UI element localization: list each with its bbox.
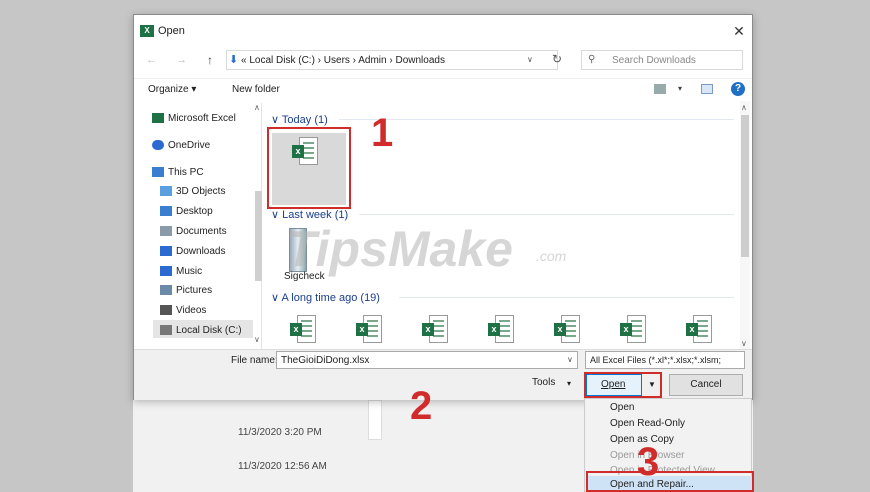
content-scrollbar-thumb[interactable]	[741, 115, 749, 257]
chevron-down-icon[interactable]: ▾	[678, 84, 682, 93]
sidebar-item-label: Microsoft Excel	[168, 113, 236, 124]
group-header-today[interactable]: ∨ Today (1)	[271, 113, 328, 126]
open-dialog: X Open ✕ ← → ↑ ⬇ « Local Disk (C:) › Use…	[133, 14, 753, 400]
sidebar-item-documents[interactable]: Documents	[160, 226, 227, 237]
dialog-title: Open	[158, 25, 185, 37]
refresh-icon[interactable]: ↻	[552, 52, 562, 66]
scroll-up-icon[interactable]: ∧	[254, 103, 260, 112]
excel-icon: X	[140, 25, 154, 37]
download-icon	[160, 246, 172, 257]
back-arrow-icon[interactable]: ←	[146, 54, 157, 66]
organize-button[interactable]: Organize ▾	[148, 84, 196, 95]
annotation-number-1: 1	[371, 111, 394, 155]
chevron-down-icon[interactable]: ▾	[567, 379, 571, 388]
breadcrumb[interactable]: « Local Disk (C:) › Users › Admin › Down…	[241, 55, 445, 66]
sidebar-item-downloads[interactable]: Downloads	[160, 246, 225, 257]
help-icon[interactable]: ?	[731, 82, 745, 96]
document-icon	[160, 226, 172, 237]
sidebar-item-label: 3D Objects	[176, 186, 226, 197]
watermark: TipsMake	[286, 221, 513, 277]
sidebar-item-this-pc[interactable]: This PC	[152, 167, 204, 178]
sidebar-item-3d-objects[interactable]: 3D Objects	[160, 186, 225, 197]
new-folder-button[interactable]: New folder	[232, 84, 280, 95]
excel-file-icon[interactable]: x	[686, 315, 712, 343]
scroll-down-icon[interactable]: ∨	[254, 335, 260, 344]
excel-file-icon[interactable]: x	[554, 315, 580, 343]
group-label: A long time ago (19)	[281, 292, 380, 304]
group-label: Today (1)	[281, 114, 328, 126]
annotation-box-1	[267, 127, 351, 209]
preview-pane-icon[interactable]	[701, 84, 713, 94]
excel-icon	[152, 113, 164, 124]
annotation-number-2: 2	[410, 384, 433, 428]
tools-button[interactable]: Tools	[532, 377, 555, 388]
sidebar-item-pictures[interactable]: Pictures	[160, 285, 212, 296]
sidebar-item-label: Videos	[176, 305, 207, 316]
sidebar-item-music[interactable]: Music	[160, 266, 202, 277]
sidebar-item-label: Desktop	[176, 206, 213, 217]
music-icon	[160, 266, 172, 277]
menu-item-open-read-only[interactable]: Open Read-Only	[610, 418, 685, 429]
sidebar-item-microsoft-excel[interactable]: Microsoft Excel	[152, 113, 236, 124]
annotation-number-3: 3	[637, 440, 660, 484]
chevron-down-icon[interactable]: ∨	[527, 55, 533, 64]
divider	[339, 119, 734, 120]
excel-file-icon[interactable]: x	[620, 315, 646, 343]
annotation-box-3	[586, 471, 754, 492]
excel-file-icon[interactable]: x	[290, 315, 316, 343]
sidebar-item-label: Downloads	[176, 246, 226, 257]
sidebar-item-local-disk[interactable]: Local Disk (C:)	[160, 325, 242, 336]
search-placeholder: Search Downloads	[612, 55, 696, 66]
excel-file-icon[interactable]: x	[356, 315, 382, 343]
divider	[359, 214, 734, 215]
group-header-long-ago[interactable]: ∨ A long time ago (19)	[271, 291, 380, 304]
cube-icon	[160, 186, 172, 197]
divider	[399, 297, 734, 298]
sidebar-item-label: Music	[176, 266, 203, 277]
up-arrow-icon[interactable]: ↑	[207, 53, 213, 67]
watermark-suffix: .com	[536, 248, 567, 264]
sidebar-item-label: OneDrive	[168, 140, 211, 151]
background-scrollbar	[368, 400, 382, 440]
background-date: 11/3/2020 12:56 AM	[238, 461, 327, 472]
excel-file-icon[interactable]: x	[488, 315, 514, 343]
file-type-select[interactable]: All Excel Files (*.xl*;*.xlsx;*.xlsm;	[585, 351, 745, 369]
close-button[interactable]: ✕	[729, 21, 749, 41]
cancel-button[interactable]: Cancel	[669, 374, 743, 396]
sidebar-item-desktop[interactable]: Desktop	[160, 206, 213, 217]
desktop-icon	[160, 206, 172, 217]
download-icon: ⬇	[229, 54, 239, 66]
background-date: 11/3/2020 3:20 PM	[238, 427, 322, 438]
sidebar-item-videos[interactable]: Videos	[160, 305, 206, 316]
sidebar-item-label: Documents	[176, 226, 227, 237]
sidebar-item-label: Local Disk (C:)	[176, 325, 242, 336]
menu-item-open[interactable]: Open	[610, 402, 634, 413]
scroll-down-icon[interactable]: ∨	[741, 339, 747, 348]
scroll-up-icon[interactable]: ∧	[741, 103, 747, 112]
excel-file-icon[interactable]: x	[422, 315, 448, 343]
computer-icon	[152, 167, 164, 178]
drive-icon	[160, 325, 172, 336]
sidebar-item-label: Pictures	[176, 285, 213, 296]
video-icon	[160, 305, 172, 316]
pictures-icon	[160, 285, 172, 296]
sidebar-item-onedrive[interactable]: OneDrive	[152, 140, 210, 151]
file-name-label: File name:	[231, 355, 278, 366]
divider	[134, 78, 752, 79]
view-options-icon[interactable]	[654, 84, 666, 94]
chevron-down-icon[interactable]: ∨	[567, 355, 573, 364]
file-name-input[interactable]: TheGioiDiDong.xlsx	[276, 351, 578, 369]
cloud-icon	[152, 140, 164, 151]
search-icon: ⚲	[588, 54, 596, 65]
annotation-box-2	[584, 372, 662, 398]
forward-arrow-icon[interactable]: →	[176, 54, 187, 66]
sidebar-item-label: This PC	[168, 167, 204, 178]
nav-scrollbar-thumb[interactable]	[255, 191, 262, 281]
